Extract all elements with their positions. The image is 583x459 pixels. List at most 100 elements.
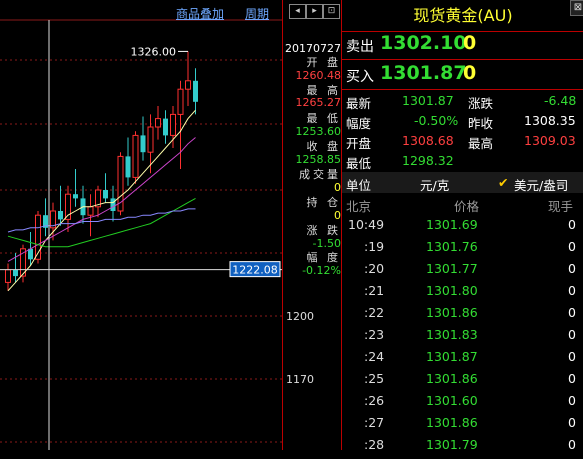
- kline-chart-area[interactable]: 1326.00 1222.08 商品叠加 周期: [0, 0, 282, 450]
- open-label: 开盘: [346, 136, 372, 151]
- y-tick-1170: 1170: [286, 373, 314, 386]
- range-value: -0.50%: [414, 113, 459, 128]
- tick-volume: 0: [568, 283, 576, 298]
- y-tick-1200: 1200: [286, 310, 314, 323]
- candle-body: [5, 269, 11, 283]
- candle-body: [103, 190, 108, 199]
- candle-info-panel: 20170727 开 盘 1260.48 最 高 1265.27 最 低 125…: [282, 0, 341, 450]
- unit-value-usd[interactable]: 美元/盎司: [514, 175, 568, 194]
- candle-body: [163, 118, 168, 136]
- tick-price: 1301.83: [426, 327, 478, 342]
- tick-row[interactable]: :28 1301.79 0: [342, 437, 583, 459]
- candle-body: [185, 80, 191, 90]
- latest-label: 最新: [346, 96, 372, 111]
- tick-row[interactable]: :19 1301.76 0: [342, 239, 583, 261]
- tick-volume: 0: [568, 415, 576, 430]
- tick-price: 1301.80: [426, 283, 478, 298]
- quote-panel: 现货黄金(AU) ⊠ 卖出 1302.10 0 买入 1301.87 0 最新 …: [341, 0, 583, 452]
- position-label: 持 仓: [306, 196, 341, 209]
- candle-body: [170, 113, 176, 136]
- change-value: -6.48: [544, 93, 577, 108]
- low-label: 最 低: [306, 112, 341, 125]
- kline-chart[interactable]: 1326.00 1222.08: [0, 0, 282, 450]
- volume-label: 成交量: [299, 168, 341, 181]
- prev-close-value: 1308.35: [524, 113, 576, 128]
- sell-volume: 0: [463, 32, 477, 54]
- col-time-header: 北京: [346, 199, 372, 214]
- candle-body: [73, 194, 78, 199]
- open-value: 1308.68: [402, 133, 454, 148]
- tick-price: 1301.77: [426, 261, 478, 276]
- candle-body: [28, 248, 33, 260]
- candle-body: [13, 269, 18, 277]
- candle-date: 20170727: [285, 42, 341, 55]
- tick-volume: 0: [568, 393, 576, 408]
- tick-time: :23: [364, 327, 385, 342]
- sell-label: 卖出: [346, 39, 374, 55]
- divider: [342, 59, 583, 60]
- col-volume-header: 现手: [548, 199, 574, 214]
- tick-row[interactable]: 10:49 1301.69 0: [342, 217, 583, 239]
- close-value: 1258.85: [295, 153, 342, 166]
- tick-row[interactable]: :23 1301.83 0: [342, 327, 583, 349]
- tick-row[interactable]: :25 1301.86 0: [342, 371, 583, 393]
- tick-price: 1301.87: [426, 349, 478, 364]
- open-label: 开 盘: [306, 56, 341, 69]
- tick-volume: 0: [568, 327, 576, 342]
- candle-body: [87, 206, 94, 216]
- tick-volume: 0: [568, 349, 576, 364]
- period-link[interactable]: 周期: [245, 5, 269, 22]
- crosshair-price-label: 1222.08: [232, 264, 278, 277]
- sell-price: 1302.10: [380, 32, 467, 54]
- tick-time: :22: [364, 305, 385, 320]
- tick-time: :21: [364, 283, 385, 298]
- instrument-title: 现货黄金(AU): [413, 6, 513, 25]
- tick-time: 10:49: [348, 217, 385, 232]
- prev-close-label: 昨收: [468, 116, 494, 131]
- candle-body: [132, 134, 139, 178]
- tick-time: :25: [364, 371, 385, 386]
- divider: [342, 89, 583, 90]
- change-label: 涨 跌: [306, 224, 341, 237]
- scrollbar[interactable]: [578, 196, 583, 450]
- tick-row[interactable]: :24 1301.87 0: [342, 349, 583, 371]
- overlay-commodity-link[interactable]: 商品叠加: [176, 5, 224, 22]
- tick-time: :27: [364, 415, 385, 430]
- tick-time: :20: [364, 261, 385, 276]
- candle-body: [147, 126, 154, 153]
- tick-row[interactable]: :26 1301.60 0: [342, 393, 583, 415]
- candle-body: [58, 211, 63, 220]
- tick-volume: 0: [568, 217, 576, 232]
- tick-price: 1301.86: [426, 371, 478, 386]
- tick-row[interactable]: :20 1301.77 0: [342, 261, 583, 283]
- latest-value: 1301.87: [402, 93, 454, 108]
- tick-time: :24: [364, 349, 385, 364]
- candle-body: [110, 198, 116, 211]
- high-value: 1309.03: [524, 133, 576, 148]
- tick-time: :26: [364, 393, 385, 408]
- moving-average-line: [7, 109, 196, 292]
- tick-price: 1301.76: [426, 239, 478, 254]
- tick-price: 1301.60: [426, 393, 478, 408]
- buy-volume: 0: [463, 62, 477, 84]
- check-icon[interactable]: ✔: [498, 175, 508, 190]
- range-value: -0.12%: [302, 264, 341, 277]
- tick-row[interactable]: :27 1301.86 0: [342, 415, 583, 437]
- candle-body: [125, 156, 131, 178]
- candle-body: [155, 118, 161, 128]
- buy-label: 买入: [346, 69, 374, 85]
- tick-row[interactable]: :22 1301.86 0: [342, 305, 583, 327]
- change-value: -1.50: [312, 237, 341, 250]
- tick-volume: 0: [568, 305, 576, 320]
- buy-price: 1301.87: [380, 62, 467, 84]
- tick-row[interactable]: :21 1301.80 0: [342, 283, 583, 305]
- tick-volume: 0: [568, 239, 576, 254]
- unit-bar: 单位 元/克 ✔ 美元/盎司: [342, 172, 583, 193]
- close-panel-button[interactable]: ⊠: [570, 0, 583, 16]
- volume-value: 0: [334, 181, 341, 194]
- candle-body: [193, 80, 198, 102]
- tick-price: 1301.69: [426, 217, 478, 232]
- unit-value-cny[interactable]: 元/克: [420, 175, 449, 194]
- open-value: 1260.48: [295, 69, 342, 82]
- col-price-header: 价格: [454, 199, 480, 214]
